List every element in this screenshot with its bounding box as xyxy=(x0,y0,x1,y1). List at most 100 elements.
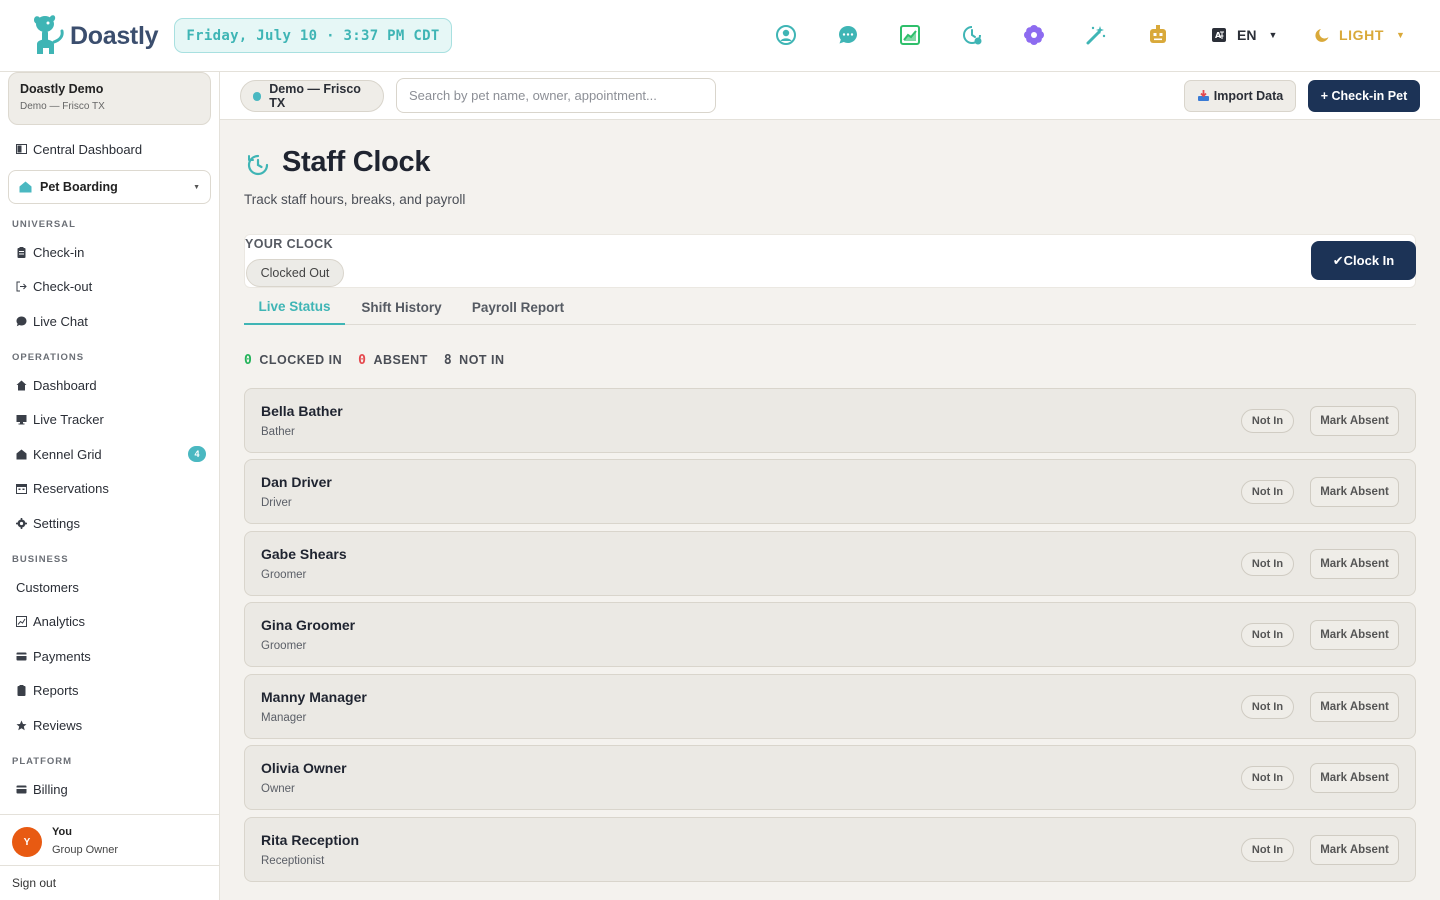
staff-row: Dan Driver Driver Not In Mark Absent xyxy=(244,459,1416,524)
mark-absent-button[interactable]: Mark Absent xyxy=(1310,549,1399,579)
page-subtitle: Track staff hours, breaks, and payroll xyxy=(244,192,466,207)
user-name: You xyxy=(52,826,72,838)
staff-name: Rita Reception xyxy=(261,832,360,848)
import-icon xyxy=(1197,90,1209,101)
analytics-icon xyxy=(16,615,27,627)
user-profile[interactable]: Y You Group Owner xyxy=(0,814,219,866)
sidebar-item-label: Analytics xyxy=(33,613,86,629)
star-icon xyxy=(16,720,27,731)
sidebar-item-label: Kennel Grid xyxy=(33,446,102,462)
your-clock-label: YOUR CLOCK xyxy=(245,237,334,251)
sidebar-item-payments[interactable]: Payments xyxy=(16,645,206,667)
logo[interactable]: Doastly xyxy=(32,14,159,58)
theme-selector[interactable]: LIGHT ▼ xyxy=(1314,24,1406,46)
staff-name: Dan Driver xyxy=(261,474,332,490)
clock-icon[interactable] xyxy=(960,23,984,47)
sidebar-item-check-out[interactable]: Check-out xyxy=(16,275,206,297)
magic-wand-icon[interactable] xyxy=(1084,23,1108,47)
clock-in-button[interactable]: ✔Clock In xyxy=(1311,241,1416,280)
sidebar-item-reviews[interactable]: Reviews xyxy=(16,714,206,736)
staff-row: Manny Manager Manager Not In Mark Absent xyxy=(244,674,1416,739)
sidebar-item-billing[interactable]: Billing xyxy=(16,778,206,800)
robot-icon[interactable] xyxy=(1146,23,1170,47)
user-role: Group Owner xyxy=(52,844,119,856)
sidebar-item-dashboard[interactable]: Dashboard xyxy=(16,374,206,396)
mark-absent-button[interactable]: Mark Absent xyxy=(1310,406,1399,436)
staff-role: Groomer xyxy=(261,640,307,652)
import-data-button[interactable]: Import Data xyxy=(1184,80,1296,112)
top-bar: Doastly Friday, July 10 · 3:37 PM CDT A … xyxy=(0,0,1440,72)
section-business: BUSINESS xyxy=(12,554,69,565)
staff-row: Rita Reception Receptionist Not In Mark … xyxy=(244,817,1416,882)
calendar-icon xyxy=(16,483,27,494)
sidebar-item-customers[interactable]: Customers xyxy=(16,576,206,598)
language-label: EN xyxy=(1237,27,1257,43)
sidebar-item-label: Payments xyxy=(33,648,91,664)
staff-row: Gina Groomer Groomer Not In Mark Absent xyxy=(244,602,1416,667)
sidebar-item-label: Reservations xyxy=(33,480,109,496)
house-icon xyxy=(19,181,32,193)
chevron-down-icon: ▼ xyxy=(1268,30,1278,40)
user-circle-icon[interactable] xyxy=(774,23,798,47)
gear-icon xyxy=(16,517,27,529)
report-icon xyxy=(16,684,27,696)
language-selector[interactable]: A EN ▼ xyxy=(1211,24,1277,46)
mark-absent-button[interactable]: Mark Absent xyxy=(1310,692,1399,722)
staff-name: Bella Bather xyxy=(261,403,343,419)
flower-icon[interactable] xyxy=(1022,23,1046,47)
staff-name: Gina Groomer xyxy=(261,617,356,633)
check-in-pet-button[interactable]: + Check-in Pet xyxy=(1308,80,1420,112)
sign-out-link[interactable]: Sign out xyxy=(12,876,56,890)
status-badge: Not In xyxy=(1241,552,1294,576)
sidebar-item-label: Check-in xyxy=(33,244,85,260)
dashboard-icon xyxy=(16,144,27,155)
mark-absent-button[interactable]: Mark Absent xyxy=(1310,477,1399,507)
tab-live-status[interactable]: Live Status xyxy=(244,290,345,325)
staff-role: Groomer xyxy=(261,569,307,581)
module-selector[interactable]: Pet Boarding ▼ xyxy=(8,170,211,204)
your-clock-card: YOUR CLOCK Clocked Out ✔Clock In xyxy=(244,234,1416,288)
monitor-icon xyxy=(16,414,27,425)
card-icon xyxy=(16,651,27,662)
chart-icon[interactable] xyxy=(898,23,922,47)
sidebar-item-label: Check-out xyxy=(33,278,93,294)
sidebar-item-kennel-grid[interactable]: Kennel Grid 4 xyxy=(16,443,206,465)
sidebar-item-check-in[interactable]: Check-in xyxy=(16,241,206,263)
sidebar-item-analytics[interactable]: Analytics xyxy=(16,610,206,632)
location-selector[interactable]: Demo — Frisco TX xyxy=(240,80,384,112)
org-location: Demo — Frisco TX xyxy=(20,101,105,112)
tab-shift-history[interactable]: Shift History xyxy=(353,290,450,325)
clocked-in-label: CLOCKED IN xyxy=(259,353,343,367)
search-input[interactable] xyxy=(396,78,716,113)
sub-header: Demo — Frisco TX Import Data + Check-in … xyxy=(220,72,1440,120)
sidebar-item-label: Dashboard xyxy=(33,377,97,393)
mark-absent-button[interactable]: Mark Absent xyxy=(1310,763,1399,793)
mark-absent-button[interactable]: Mark Absent xyxy=(1310,620,1399,650)
datetime-display: Friday, July 10 · 3:37 PM CDT xyxy=(174,18,452,53)
chat-icon[interactable] xyxy=(836,23,860,47)
sidebar-item-settings[interactable]: Settings xyxy=(16,512,206,534)
clock-status-badge: Clocked Out xyxy=(246,259,344,287)
sidebar-item-reports[interactable]: Reports xyxy=(16,679,206,701)
card-icon xyxy=(16,784,27,795)
sidebar-item-reservations[interactable]: Reservations xyxy=(16,477,206,499)
sidebar-item-live-tracker[interactable]: Live Tracker xyxy=(16,408,206,430)
sidebar-item-live-chat[interactable]: Live Chat xyxy=(16,310,206,332)
chevron-down-icon: ▼ xyxy=(1396,30,1406,40)
sidebar-item-label: Live Tracker xyxy=(33,411,104,427)
clocked-in-number: 0 xyxy=(244,352,253,368)
sidebar-item-central-dashboard[interactable]: Central Dashboard xyxy=(16,138,206,160)
mark-absent-button[interactable]: Mark Absent xyxy=(1310,835,1399,865)
theme-label: LIGHT xyxy=(1339,27,1384,43)
chat-bubble-icon xyxy=(16,316,27,327)
sidebar-item-label: Reports xyxy=(33,682,79,698)
exit-icon xyxy=(16,281,27,292)
org-switcher[interactable]: Doastly Demo Demo — Frisco TX xyxy=(8,72,211,125)
tab-payroll-report[interactable]: Payroll Report xyxy=(466,290,570,325)
absent-number: 0 xyxy=(358,352,367,368)
import-data-label: Import Data xyxy=(1213,89,1284,103)
sidebar-item-label: Customers xyxy=(16,579,79,595)
status-badge: Not In xyxy=(1241,409,1294,433)
translate-icon: A xyxy=(1212,28,1226,42)
sidebar-item-label: Reviews xyxy=(33,717,83,733)
